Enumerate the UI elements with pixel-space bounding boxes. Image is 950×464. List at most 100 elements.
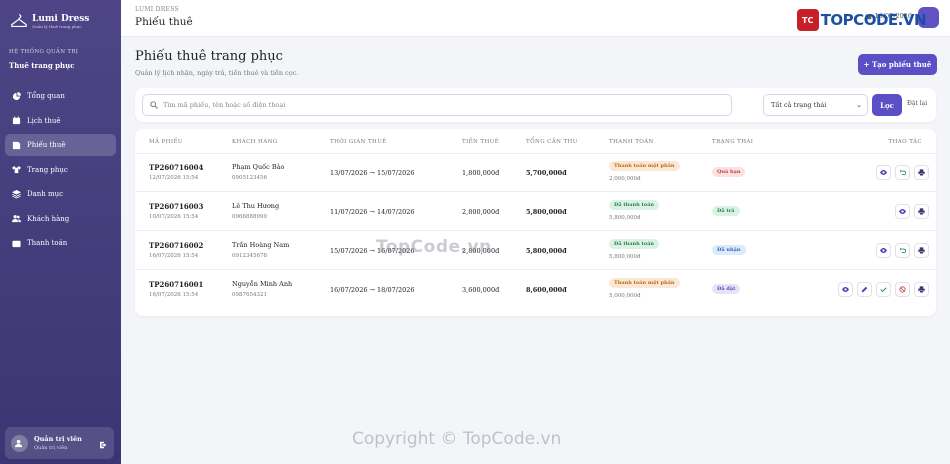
view-button[interactable] — [876, 243, 891, 258]
layers-icon — [12, 189, 21, 199]
sidebar-item-label: Thanh toán — [27, 239, 68, 247]
brand-subtitle: Quản lý thuê trang phục — [32, 23, 82, 29]
reset-button[interactable]: Đặt lại — [907, 100, 927, 107]
rental-code[interactable]: TP260716003 — [149, 202, 203, 211]
customer-phone: 0966888999 — [232, 214, 267, 220]
print-button[interactable] — [914, 282, 929, 297]
sidebar-item-khach-hang[interactable]: Khách hàng — [5, 208, 116, 230]
return-button[interactable] — [895, 243, 910, 258]
column-header: Tổng cần thu — [526, 139, 578, 145]
print-button[interactable] — [914, 243, 929, 258]
check-icon — [880, 287, 887, 293]
total-amount: 5,800,000đ — [526, 247, 567, 255]
rental-code[interactable]: TP260716002 — [149, 241, 203, 250]
rental-period: 11/07/2026 → 14/07/2026 — [330, 208, 415, 216]
customer-name: Nguyễn Minh Anh — [232, 280, 293, 288]
rent-amount: 1,800,000đ — [462, 169, 500, 177]
total-amount: 8,600,000đ — [526, 286, 567, 294]
customer-name: Trần Hoàng Nam — [232, 241, 290, 249]
view-button[interactable] — [838, 282, 853, 297]
sidebar-item-label: Phiếu thuê — [27, 141, 66, 149]
payment-badge: Thanh toán một phần — [609, 278, 680, 288]
sidebar-item-trang-phuc[interactable]: Trang phục — [5, 159, 116, 181]
page-title: Phiếu thuê trang phục — [135, 49, 283, 64]
status-badge: Quá hạn — [712, 167, 746, 177]
table-row[interactable]: TP260716001 16/07/2026 15:54 Nguyễn Minh… — [135, 271, 936, 309]
sidebar-item-label: Lịch thuê — [27, 116, 61, 125]
paid-amount: 2,000,000đ — [609, 176, 641, 182]
column-header: Mã phiếu — [149, 139, 183, 145]
eye-icon — [842, 287, 849, 292]
watermark-logo-text: TOPCODE.VN — [820, 11, 927, 29]
undo-icon — [899, 169, 906, 176]
table-row[interactable]: TP260716004 12/07/2026 15:54 Phạm Quốc B… — [135, 154, 936, 192]
eye-icon — [880, 248, 887, 253]
paid-amount: 5,000,000đ — [609, 293, 641, 299]
created-at: 16/07/2026 15:54 — [149, 253, 199, 259]
sidebar-item-tong-quan[interactable]: Tổng quan — [5, 85, 116, 107]
watermark-copyright: Copyright © TopCode.vn — [352, 429, 562, 449]
watermark-badge: TC — [796, 9, 819, 31]
user-name: Quản trị viên — [34, 435, 82, 443]
sidebar-item-label: Danh mục — [27, 190, 64, 198]
sidebar-item-lich-thue[interactable]: Lịch thuê — [5, 110, 116, 132]
payment-badge: Đã thanh toán — [609, 200, 660, 210]
column-header: Thời gian thuê — [330, 139, 387, 145]
printer-icon — [918, 208, 925, 215]
status-badge: Đã nhận — [712, 245, 746, 255]
customer-phone: 0905123456 — [232, 175, 267, 181]
table-row[interactable]: TP260716003 10/07/2026 15:54 Lê Thu Hươn… — [135, 193, 936, 231]
brand[interactable]: Lumi Dress Quản lý thuê trang phục — [0, 0, 121, 32]
print-button[interactable] — [914, 204, 929, 219]
sidebar-nav: Tổng quan Lịch thuê Phiếu thuê Trang phụ… — [0, 85, 121, 254]
section-title: Thuê trang phục — [9, 61, 75, 70]
view-button[interactable] — [876, 165, 891, 180]
printer-icon — [918, 286, 925, 293]
customer-phone: 0987654321 — [232, 292, 267, 298]
calendar-icon — [12, 116, 21, 125]
chevron-down-icon: ⌄ — [856, 101, 862, 109]
sidebar-item-thanh-toan[interactable]: Thanh toán — [5, 232, 116, 254]
hanger-icon — [10, 12, 28, 30]
users-icon — [12, 214, 21, 223]
confirm-button[interactable] — [876, 282, 891, 297]
undo-icon — [899, 247, 906, 254]
edit-button[interactable] — [857, 282, 872, 297]
dashboard-icon — [12, 91, 21, 101]
printer-icon — [918, 169, 925, 176]
rent-amount: 3,600,000đ — [462, 286, 500, 294]
payment-badge: Đã thanh toán — [609, 239, 660, 249]
page-heading: Phiếu thuê — [135, 16, 193, 28]
view-button[interactable] — [895, 204, 910, 219]
shirt-icon — [12, 165, 21, 174]
printer-icon — [918, 247, 925, 254]
column-header: Thanh toán — [609, 139, 654, 145]
return-button[interactable] — [895, 165, 910, 180]
column-header: Thao tác — [888, 139, 922, 145]
rental-table: Mã phiếu Khách hàng Thời gian thuê Tiền … — [135, 129, 936, 316]
cancel-button[interactable] — [895, 282, 910, 297]
search-icon — [150, 101, 158, 109]
search-input[interactable] — [163, 101, 723, 109]
customer-name: Lê Thu Hương — [232, 202, 280, 210]
logout-icon[interactable] — [100, 434, 108, 453]
table-row[interactable]: TP260716002 16/07/2026 15:54 Trần Hoàng … — [135, 232, 936, 270]
search-box[interactable] — [142, 94, 732, 116]
brand-name: Lumi Dress — [32, 13, 90, 24]
rental-code[interactable]: TP260716004 — [149, 163, 203, 172]
filter-button[interactable]: Lọc — [872, 94, 902, 116]
sidebar-item-danh-muc[interactable]: Danh mục — [5, 183, 116, 205]
section-label: Hệ thống quản trị — [9, 49, 79, 55]
sidebar: Lumi Dress Quản lý thuê trang phục Hệ th… — [0, 0, 121, 464]
create-rental-button[interactable]: + Tạo phiếu thuê — [858, 54, 937, 75]
paid-amount: 5,800,000đ — [609, 254, 641, 260]
rental-code[interactable]: TP260716001 — [149, 280, 203, 289]
pencil-icon — [861, 286, 868, 293]
status-select[interactable]: Tất cả trạng thái ⌄ — [763, 94, 868, 116]
watermark-text: TopCode.vn — [376, 237, 492, 257]
created-at: 12/07/2026 15:54 — [149, 175, 199, 181]
print-button[interactable] — [914, 165, 929, 180]
user-profile[interactable]: Quản trị viên Quản trị viên — [5, 427, 114, 459]
user-avatar-icon — [11, 434, 28, 452]
sidebar-item-phieu-thue[interactable]: Phiếu thuê — [5, 134, 116, 156]
